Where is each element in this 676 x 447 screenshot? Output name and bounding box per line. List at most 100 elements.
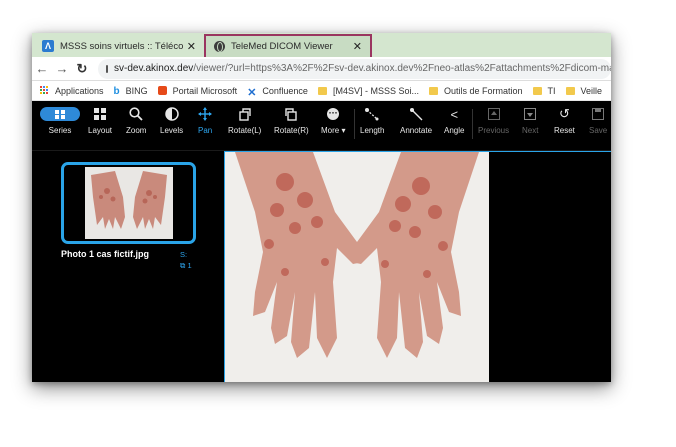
annotate-label: Annotate bbox=[400, 126, 433, 135]
levels-label: Levels bbox=[160, 126, 184, 135]
rotate-left-icon bbox=[238, 108, 251, 121]
forward-arrow-icon[interactable]: → bbox=[52, 61, 72, 76]
bookmark-bing[interactable]: b BING bbox=[113, 85, 148, 98]
reset-label: Reset bbox=[554, 126, 575, 135]
bookmark-label: Portail Microsoft bbox=[172, 85, 238, 96]
rotate-right-button[interactable]: Rotate(R) bbox=[274, 105, 309, 135]
bookmark-applications[interactable]: Applications bbox=[40, 86, 104, 96]
tab-title: MSSS soins virtuels :: Téléconsultati bbox=[60, 40, 183, 52]
rotate-right-icon bbox=[285, 108, 298, 121]
bookmark-veille[interactable]: Veille bbox=[565, 85, 603, 96]
zoom-label: Zoom bbox=[126, 126, 147, 135]
rotate-right-label: Rotate(R) bbox=[274, 126, 309, 135]
lock-icon bbox=[106, 64, 108, 73]
bookmark-label: [M4SV] - MSSS Soi... bbox=[332, 85, 419, 96]
url-input[interactable]: sv-dev.akinox.dev/viewer/?url=https%3A%2… bbox=[98, 58, 611, 79]
angle-button[interactable]: < Angle bbox=[444, 105, 465, 136]
tab-telemed-dicom-viewer[interactable]: TeleMed DICOM Viewer ✕ bbox=[204, 34, 372, 57]
annotate-arrow-icon bbox=[410, 108, 423, 121]
annotate-button[interactable]: Annotate bbox=[400, 105, 432, 135]
viewer-toolbar: Series Layout Zoom Levels Pan Rotate(L) … bbox=[32, 101, 611, 151]
reset-icon: ↺ bbox=[559, 106, 570, 121]
save-label: Save bbox=[589, 126, 608, 135]
hands-thumbnail-image bbox=[84, 167, 173, 239]
bookmark-label: Outils de Formation bbox=[443, 85, 523, 96]
length-label: Length bbox=[360, 126, 385, 135]
more-label: More bbox=[321, 126, 340, 135]
contrast-icon bbox=[164, 107, 179, 121]
previous-icon bbox=[487, 108, 500, 120]
reload-icon[interactable]: ↻ bbox=[72, 61, 92, 77]
series-panel: Photo 1 cas fictif.jpg S: ⧉ 1 bbox=[32, 151, 224, 382]
bookmark-label: Veille bbox=[580, 85, 603, 96]
series-meta: S: ⧉ 1 bbox=[180, 249, 192, 271]
akinox-logo-icon: Λ bbox=[42, 40, 54, 52]
bookmarks-bar: Applications b BING Portail Microsoft ✕ … bbox=[32, 81, 611, 101]
tab-strip: Λ MSSS soins virtuels :: Téléconsultati … bbox=[32, 33, 611, 57]
layout-button[interactable]: Layout bbox=[88, 105, 112, 135]
confluence-icon: ✕ bbox=[247, 87, 257, 99]
pan-arrows-icon bbox=[198, 107, 213, 121]
next-label: Next bbox=[522, 126, 539, 135]
series-name: Photo 1 cas fictif.jpg bbox=[61, 249, 150, 259]
angle-label: Angle bbox=[444, 126, 465, 135]
folder-icon bbox=[565, 86, 575, 95]
tab-title: TeleMed DICOM Viewer bbox=[231, 41, 333, 52]
more-dots-icon: ··· bbox=[327, 108, 340, 120]
bookmark-confluence[interactable]: ✕ Confluence bbox=[247, 85, 308, 100]
previous-button[interactable]: Previous bbox=[478, 105, 509, 135]
back-arrow-icon[interactable]: ← bbox=[32, 61, 52, 76]
series-thumbnail[interactable] bbox=[61, 162, 196, 244]
image-stack-icon: ⧉ bbox=[180, 261, 186, 270]
save-icon bbox=[592, 108, 605, 120]
magnifier-icon bbox=[129, 107, 143, 121]
close-icon[interactable]: ✕ bbox=[187, 40, 196, 53]
folder-icon bbox=[317, 86, 327, 95]
series-number: S: bbox=[180, 250, 188, 259]
bookmark-label: Applications bbox=[55, 85, 104, 96]
pan-button[interactable]: Pan bbox=[198, 105, 212, 135]
url-path: /viewer/?url=https%3A%2F%2Fsv-dev.akinox… bbox=[193, 63, 611, 74]
next-button[interactable]: Next bbox=[522, 105, 538, 135]
levels-button[interactable]: Levels bbox=[160, 105, 183, 135]
bookmark-portail-microsoft[interactable]: Portail Microsoft bbox=[157, 85, 238, 96]
series-grid-icon bbox=[40, 107, 80, 121]
globe-icon bbox=[214, 41, 225, 52]
bookmark-m4sv[interactable]: [M4SV] - MSSS Soi... bbox=[317, 85, 419, 96]
more-button[interactable]: ··· More ▾ bbox=[321, 105, 345, 135]
apps-grid-icon bbox=[40, 86, 49, 95]
folder-icon bbox=[532, 86, 542, 95]
zoom-button[interactable]: Zoom bbox=[126, 105, 146, 135]
tab-msss-soins-virtuels[interactable]: Λ MSSS soins virtuels :: Téléconsultati … bbox=[34, 35, 204, 57]
series-button[interactable]: Series bbox=[40, 105, 80, 135]
image-viewport[interactable] bbox=[224, 151, 611, 382]
layout-label: Layout bbox=[88, 126, 113, 135]
folder-icon bbox=[428, 86, 438, 95]
toolbar-divider bbox=[354, 109, 355, 139]
rotate-left-label: Rotate(L) bbox=[228, 126, 262, 135]
bookmark-label: BING bbox=[125, 85, 148, 96]
close-icon[interactable]: ✕ bbox=[353, 40, 362, 53]
bookmark-label: Confluence bbox=[262, 85, 308, 96]
reset-button[interactable]: ↺ Reset bbox=[554, 105, 575, 135]
address-bar-row: ← → ↻ sv-dev.akinox.dev/viewer/?url=http… bbox=[32, 57, 611, 81]
hands-clinical-image bbox=[225, 152, 489, 382]
image-count: 1 bbox=[187, 261, 192, 270]
office-icon bbox=[157, 86, 167, 95]
length-button[interactable]: Length bbox=[360, 105, 384, 135]
next-icon bbox=[524, 108, 537, 120]
bookmark-label: TI bbox=[547, 85, 556, 96]
toolbar-divider bbox=[472, 109, 473, 139]
previous-label: Previous bbox=[478, 126, 510, 135]
bookmark-outils-de-formation[interactable]: Outils de Formation bbox=[428, 85, 523, 96]
ruler-icon bbox=[365, 108, 379, 121]
save-button[interactable]: Save bbox=[589, 105, 607, 135]
bing-icon: b bbox=[113, 86, 120, 97]
caret-down-icon: ▾ bbox=[341, 126, 346, 135]
angle-icon: < bbox=[450, 106, 459, 122]
browser-window: Λ MSSS soins virtuels :: Téléconsultati … bbox=[32, 33, 611, 382]
rotate-left-button[interactable]: Rotate(L) bbox=[228, 105, 261, 135]
bookmark-ti[interactable]: TI bbox=[532, 85, 556, 96]
series-label: Series bbox=[48, 126, 72, 135]
pan-label: Pan bbox=[198, 126, 213, 135]
